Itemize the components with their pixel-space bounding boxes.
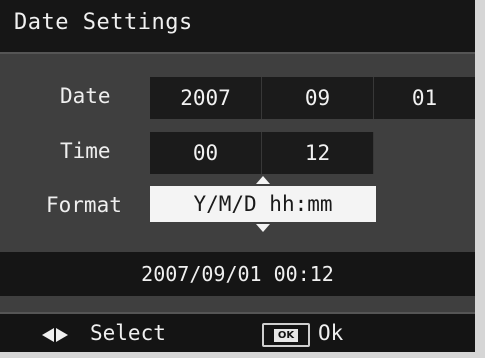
date-year-field[interactable]: 2007	[150, 77, 262, 119]
ok-hint-label: Ok	[318, 321, 344, 345]
page-title: Date Settings	[14, 10, 193, 35]
footer-bar: Select OK Ok	[0, 312, 475, 354]
select-hint-label: Select	[90, 321, 166, 345]
scroll-up-arrow-icon	[256, 176, 270, 184]
time-label: Time	[60, 139, 111, 163]
date-day-field[interactable]: 01	[374, 77, 475, 119]
title-bar: Date Settings	[0, 0, 475, 54]
scroll-down-arrow-icon	[256, 224, 270, 232]
time-minute-field[interactable]: 12	[262, 132, 374, 174]
format-label: Format	[46, 193, 122, 217]
left-right-arrows-icon	[42, 328, 78, 342]
frame-edge-bottom	[0, 352, 485, 358]
date-label: Date	[60, 84, 111, 108]
time-hour-field[interactable]: 00	[150, 132, 262, 174]
ok-key-text: OK	[273, 328, 299, 342]
frame-edge-right	[475, 0, 485, 358]
datetime-preview: 2007/09/01 00:12	[0, 252, 475, 296]
date-settings-screen: Date Settings Date 2007 09 01 Time 00 12…	[0, 0, 485, 358]
format-selector[interactable]: Y/M/D hh:mm	[150, 186, 376, 222]
date-month-field[interactable]: 09	[262, 77, 374, 119]
ok-button-icon[interactable]: OK	[262, 323, 310, 347]
datetime-preview-text: 2007/09/01 00:12	[141, 262, 334, 286]
